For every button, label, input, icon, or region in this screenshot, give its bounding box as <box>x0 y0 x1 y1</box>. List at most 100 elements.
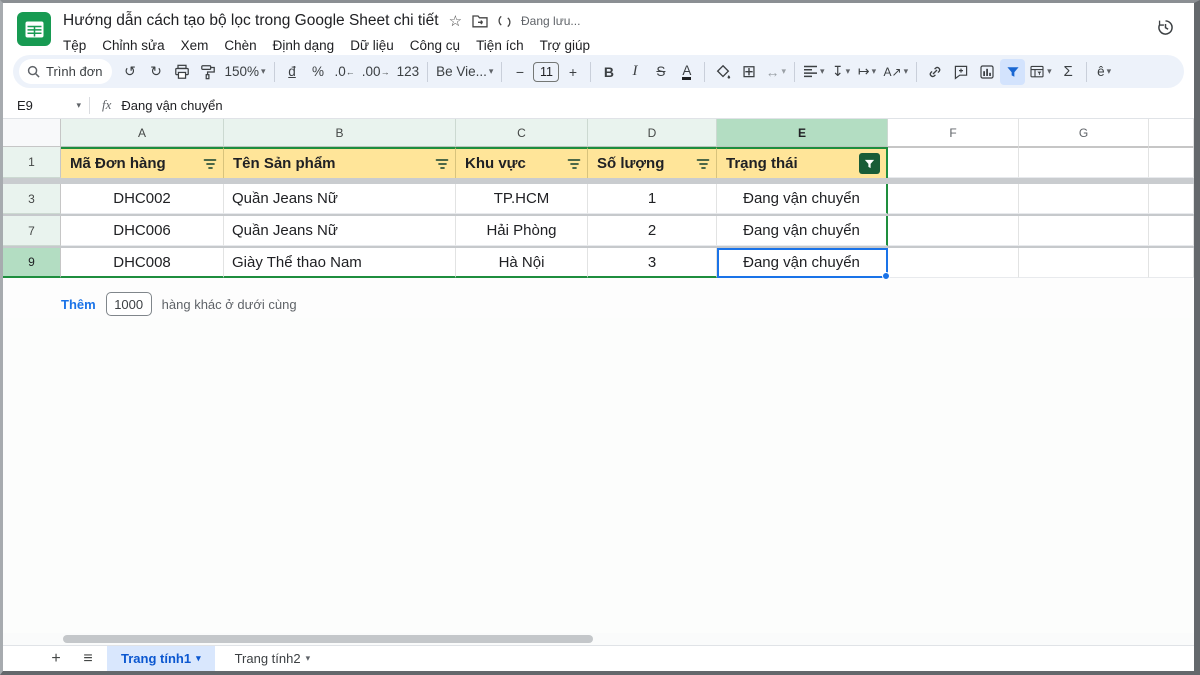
menu-tools[interactable]: Công cụ <box>410 38 460 53</box>
add-rows-button[interactable]: Thêm <box>61 297 96 312</box>
text-rotation-button[interactable]: A↗▾ <box>881 59 912 85</box>
bold-button[interactable]: B <box>596 59 621 85</box>
insert-chart-button[interactable] <box>974 59 999 85</box>
filter-lines-icon[interactable] <box>696 158 710 170</box>
chevron-down-icon[interactable]: ▾ <box>306 653 311 664</box>
move-to-folder-icon[interactable] <box>472 14 488 28</box>
create-filter-button[interactable] <box>1000 59 1025 85</box>
cell-C3[interactable]: TP.HCM <box>456 184 588 214</box>
cell-F9[interactable] <box>888 248 1019 278</box>
menu-help[interactable]: Trợ giúp <box>540 38 590 53</box>
cell-C9[interactable]: Hà Nội <box>456 248 588 278</box>
format-percent-button[interactable]: % <box>306 59 331 85</box>
cell-D3[interactable]: 1 <box>588 184 717 214</box>
cell-B3[interactable]: Quần Jeans Nữ <box>224 184 456 214</box>
strikethrough-button[interactable]: S <box>648 59 673 85</box>
chevron-down-icon[interactable]: ▾ <box>196 653 201 664</box>
filter-lines-icon[interactable] <box>567 158 581 170</box>
redo-button[interactable]: ↻ <box>143 59 168 85</box>
increase-font-size-button[interactable]: + <box>560 59 585 85</box>
row-header-7[interactable]: 7 <box>3 216 61 246</box>
menu-format[interactable]: Định dạng <box>273 38 335 53</box>
zoom-select[interactable]: 150%▾ <box>221 59 268 85</box>
cell-F7[interactable] <box>888 216 1019 246</box>
row-header-9[interactable]: 9 <box>3 248 61 278</box>
cell-E9-selected[interactable]: Đang vận chuyển <box>717 248 888 278</box>
cell-B9[interactable]: Giày Thể thao Nam <box>224 248 456 278</box>
search-menus-button[interactable]: Trình đơn <box>19 59 112 84</box>
horizontal-scrollbar-thumb[interactable] <box>63 635 593 643</box>
italic-button[interactable]: I <box>622 59 647 85</box>
cell-C7[interactable]: Hải Phòng <box>456 216 588 246</box>
print-button[interactable] <box>169 59 194 85</box>
chevron-down-icon[interactable]: ▾ <box>76 100 81 111</box>
filter-lines-icon[interactable] <box>435 158 449 170</box>
row-header-1[interactable]: 1 <box>3 147 61 178</box>
insert-comment-button[interactable] <box>948 59 973 85</box>
column-header-C[interactable]: C <box>456 119 588 147</box>
cell-G7[interactable] <box>1019 216 1149 246</box>
add-sheet-button[interactable]: + <box>43 648 69 670</box>
cell-E3[interactable]: Đang vận chuyển <box>717 184 888 214</box>
column-header-D[interactable]: D <box>588 119 717 147</box>
cell-A9[interactable]: DHC008 <box>61 248 224 278</box>
vertical-align-button[interactable]: ↧▾ <box>829 59 854 85</box>
fill-color-button[interactable] <box>710 59 735 85</box>
cell-B1[interactable]: Tên Sản phẩm <box>224 147 456 178</box>
column-header-B[interactable]: B <box>224 119 456 147</box>
menu-insert[interactable]: Chèn <box>224 38 256 53</box>
filter-views-button[interactable]: ▾ <box>1026 59 1055 85</box>
insert-link-button[interactable] <box>922 59 947 85</box>
menu-file[interactable]: Tệp <box>63 38 86 53</box>
paint-format-button[interactable] <box>195 59 220 85</box>
version-history-icon[interactable] <box>1155 9 1182 38</box>
merge-cells-button[interactable]: ↔▾ <box>762 59 789 85</box>
font-select[interactable]: Be Vie...▾ <box>433 59 496 85</box>
filter-lines-icon[interactable] <box>203 158 217 170</box>
horizontal-align-button[interactable]: ▾ <box>800 59 828 85</box>
cell-F1[interactable] <box>888 147 1019 178</box>
cell-B7[interactable]: Quần Jeans Nữ <box>224 216 456 246</box>
column-header-G[interactable]: G <box>1019 119 1149 147</box>
cell-E7[interactable]: Đang vận chuyển <box>717 216 888 246</box>
cell-G3[interactable] <box>1019 184 1149 214</box>
text-color-button[interactable]: A <box>674 59 699 85</box>
undo-button[interactable]: ↺ <box>117 59 142 85</box>
text-wrapping-button[interactable]: ↦▾ <box>855 59 880 85</box>
fill-handle[interactable] <box>882 272 890 280</box>
cell-A3[interactable]: DHC002 <box>61 184 224 214</box>
cell-G1[interactable] <box>1019 147 1149 178</box>
all-sheets-button[interactable]: ≡ <box>75 648 101 670</box>
select-all-corner[interactable] <box>3 119 61 147</box>
name-box[interactable]: E9 ▾ <box>3 98 89 113</box>
cell-D1[interactable]: Số lượng <box>588 147 717 178</box>
cell-G9[interactable] <box>1019 248 1149 278</box>
column-header-F[interactable]: F <box>888 119 1019 147</box>
font-size-input[interactable]: 11 <box>533 62 559 82</box>
cell-A7[interactable]: DHC006 <box>61 216 224 246</box>
menu-extensions[interactable]: Tiện ích <box>476 38 524 53</box>
column-header-A[interactable]: A <box>61 119 224 147</box>
cell-E1[interactable]: Trạng thái <box>717 147 888 178</box>
add-rows-count-input[interactable] <box>106 292 152 316</box>
sheet-tab-2[interactable]: Trang tính2 ▾ <box>221 646 325 672</box>
row-header-3[interactable]: 3 <box>3 184 61 214</box>
cell-D9[interactable]: 3 <box>588 248 717 278</box>
sheet-tab-1[interactable]: Trang tính1 ▾ <box>107 646 215 672</box>
formula-input[interactable]: Đang vận chuyển <box>121 98 222 113</box>
menu-edit[interactable]: Chỉnh sửa <box>102 38 164 53</box>
star-icon[interactable]: ☆ <box>449 14 462 29</box>
active-filter-icon[interactable] <box>859 153 880 174</box>
decrease-font-size-button[interactable]: − <box>507 59 532 85</box>
format-currency-button[interactable]: đ <box>280 59 305 85</box>
cell-C1[interactable]: Khu vực <box>456 147 588 178</box>
cell-F3[interactable] <box>888 184 1019 214</box>
decrease-decimals-button[interactable]: .0← <box>332 59 358 85</box>
more-formats-button[interactable]: 123 <box>394 59 423 85</box>
menu-view[interactable]: Xem <box>181 38 209 53</box>
cell-A1[interactable]: Mã Đơn hàng <box>61 147 224 178</box>
borders-button[interactable]: ⊞ <box>736 59 761 85</box>
document-title[interactable]: Hướng dẫn cách tạo bộ lọc trong Google S… <box>63 12 439 30</box>
menu-data[interactable]: Dữ liệu <box>350 38 394 53</box>
input-tools-button[interactable]: ê▾ <box>1092 59 1117 85</box>
